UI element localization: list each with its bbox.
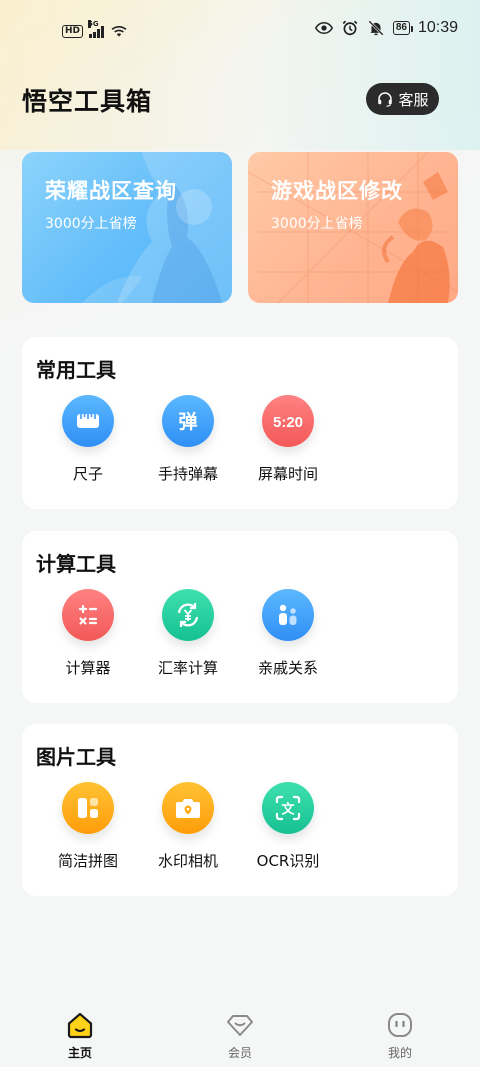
hd-badge: HD [62, 24, 84, 38]
battery-icon: 86 [392, 21, 414, 35]
tool-collage[interactable]: 简洁拼图 [36, 782, 140, 871]
tool-label: 计算器 [65, 659, 111, 677]
section-title: 计算工具 [36, 552, 116, 576]
tab-label: 我的 [387, 1046, 412, 1060]
tab-home[interactable]: 主页 [32, 1010, 128, 1061]
camera-icon [162, 782, 214, 834]
tool-exchange-rate[interactable]: 汇率计算 [136, 589, 240, 678]
tool-label: 尺子 [72, 465, 103, 483]
banner-title: 荣耀战区查询 [45, 179, 177, 203]
eye-icon [314, 21, 333, 35]
tool-label: OCR识别 [256, 852, 320, 870]
svg-text:弹: 弹 [178, 410, 197, 433]
tool-ruler[interactable]: 尺子 [36, 395, 140, 484]
customer-service-label: 客服 [398, 90, 429, 109]
diamond-icon [227, 1015, 253, 1036]
alarm-icon [342, 20, 358, 36]
tool-label: 汇率计算 [157, 659, 218, 677]
customer-service-button[interactable]: 客服 [366, 83, 439, 115]
banner-honor-zone-query[interactable]: 荣耀战区查询 3000分上省榜 [22, 152, 232, 303]
app-title: 悟空工具箱 [22, 87, 153, 116]
tab-membership[interactable]: 会员 [192, 1010, 288, 1061]
signal-icon: 5G [88, 20, 105, 38]
banner-subtitle: 3000分上省榜 [45, 216, 137, 232]
ocr-icon: 文 [262, 782, 314, 834]
calculator-icon [62, 589, 114, 641]
section-title: 图片工具 [36, 745, 116, 769]
tool-ocr[interactable]: 文 OCR识别 [236, 782, 340, 871]
status-bar: HD 5G 86 10:39 [0, 0, 480, 60]
tab-label: 主页 [67, 1046, 92, 1060]
status-right: 86 10:39 [314, 19, 458, 37]
family-icon [262, 589, 314, 641]
section-calc-tools: 计算工具 计算器 汇率计算 亲戚关系 [22, 531, 458, 703]
tool-danmaku[interactable]: 弹 手持弹幕 [136, 395, 240, 484]
status-left: HD 5G [62, 20, 128, 40]
exchange-rate-icon [162, 589, 214, 641]
profile-icon [388, 1013, 412, 1037]
home-icon [67, 1012, 93, 1039]
mute-bell-icon [368, 20, 384, 36]
clock-time: 10:39 [417, 19, 458, 36]
tool-label: 简洁拼图 [57, 852, 118, 870]
network-type: 5G [88, 20, 99, 28]
tool-label: 手持弹幕 [157, 465, 218, 483]
banner-game-zone-modify[interactable]: 游戏战区修改 3000分上省榜 [248, 152, 458, 303]
section-image-tools: 图片工具 简洁拼图 水印相机 文 OCR识别 [22, 724, 458, 896]
svg-text:5:20: 5:20 [273, 414, 303, 431]
wifi-icon [111, 25, 127, 37]
clock-display-icon: 5:20 [262, 395, 314, 447]
bottom-tab-bar: 主页 会员 我的 [0, 996, 480, 1067]
banner-title: 游戏战区修改 [271, 179, 403, 203]
tool-label: 水印相机 [157, 852, 218, 870]
tool-label: 亲戚关系 [257, 659, 318, 677]
tool-screen-time[interactable]: 5:20 屏幕时间 [236, 395, 340, 484]
tab-mine[interactable]: 我的 [352, 1010, 448, 1061]
svg-text:文: 文 [281, 802, 295, 818]
tab-label: 会员 [227, 1046, 252, 1060]
danmaku-icon: 弹 [162, 395, 214, 447]
collage-icon [62, 782, 114, 834]
section-common-tools: 常用工具 尺子 弹 手持弹幕 5:20 屏幕时间 [22, 337, 458, 509]
section-title: 常用工具 [36, 358, 116, 382]
tool-label: 屏幕时间 [257, 465, 318, 483]
ruler-icon [62, 395, 114, 447]
banner-subtitle: 3000分上省榜 [271, 216, 363, 232]
headset-icon [378, 92, 393, 107]
tool-relatives[interactable]: 亲戚关系 [236, 589, 340, 678]
tool-watermark-camera[interactable]: 水印相机 [136, 782, 240, 871]
tool-calculator[interactable]: 计算器 [36, 589, 140, 678]
